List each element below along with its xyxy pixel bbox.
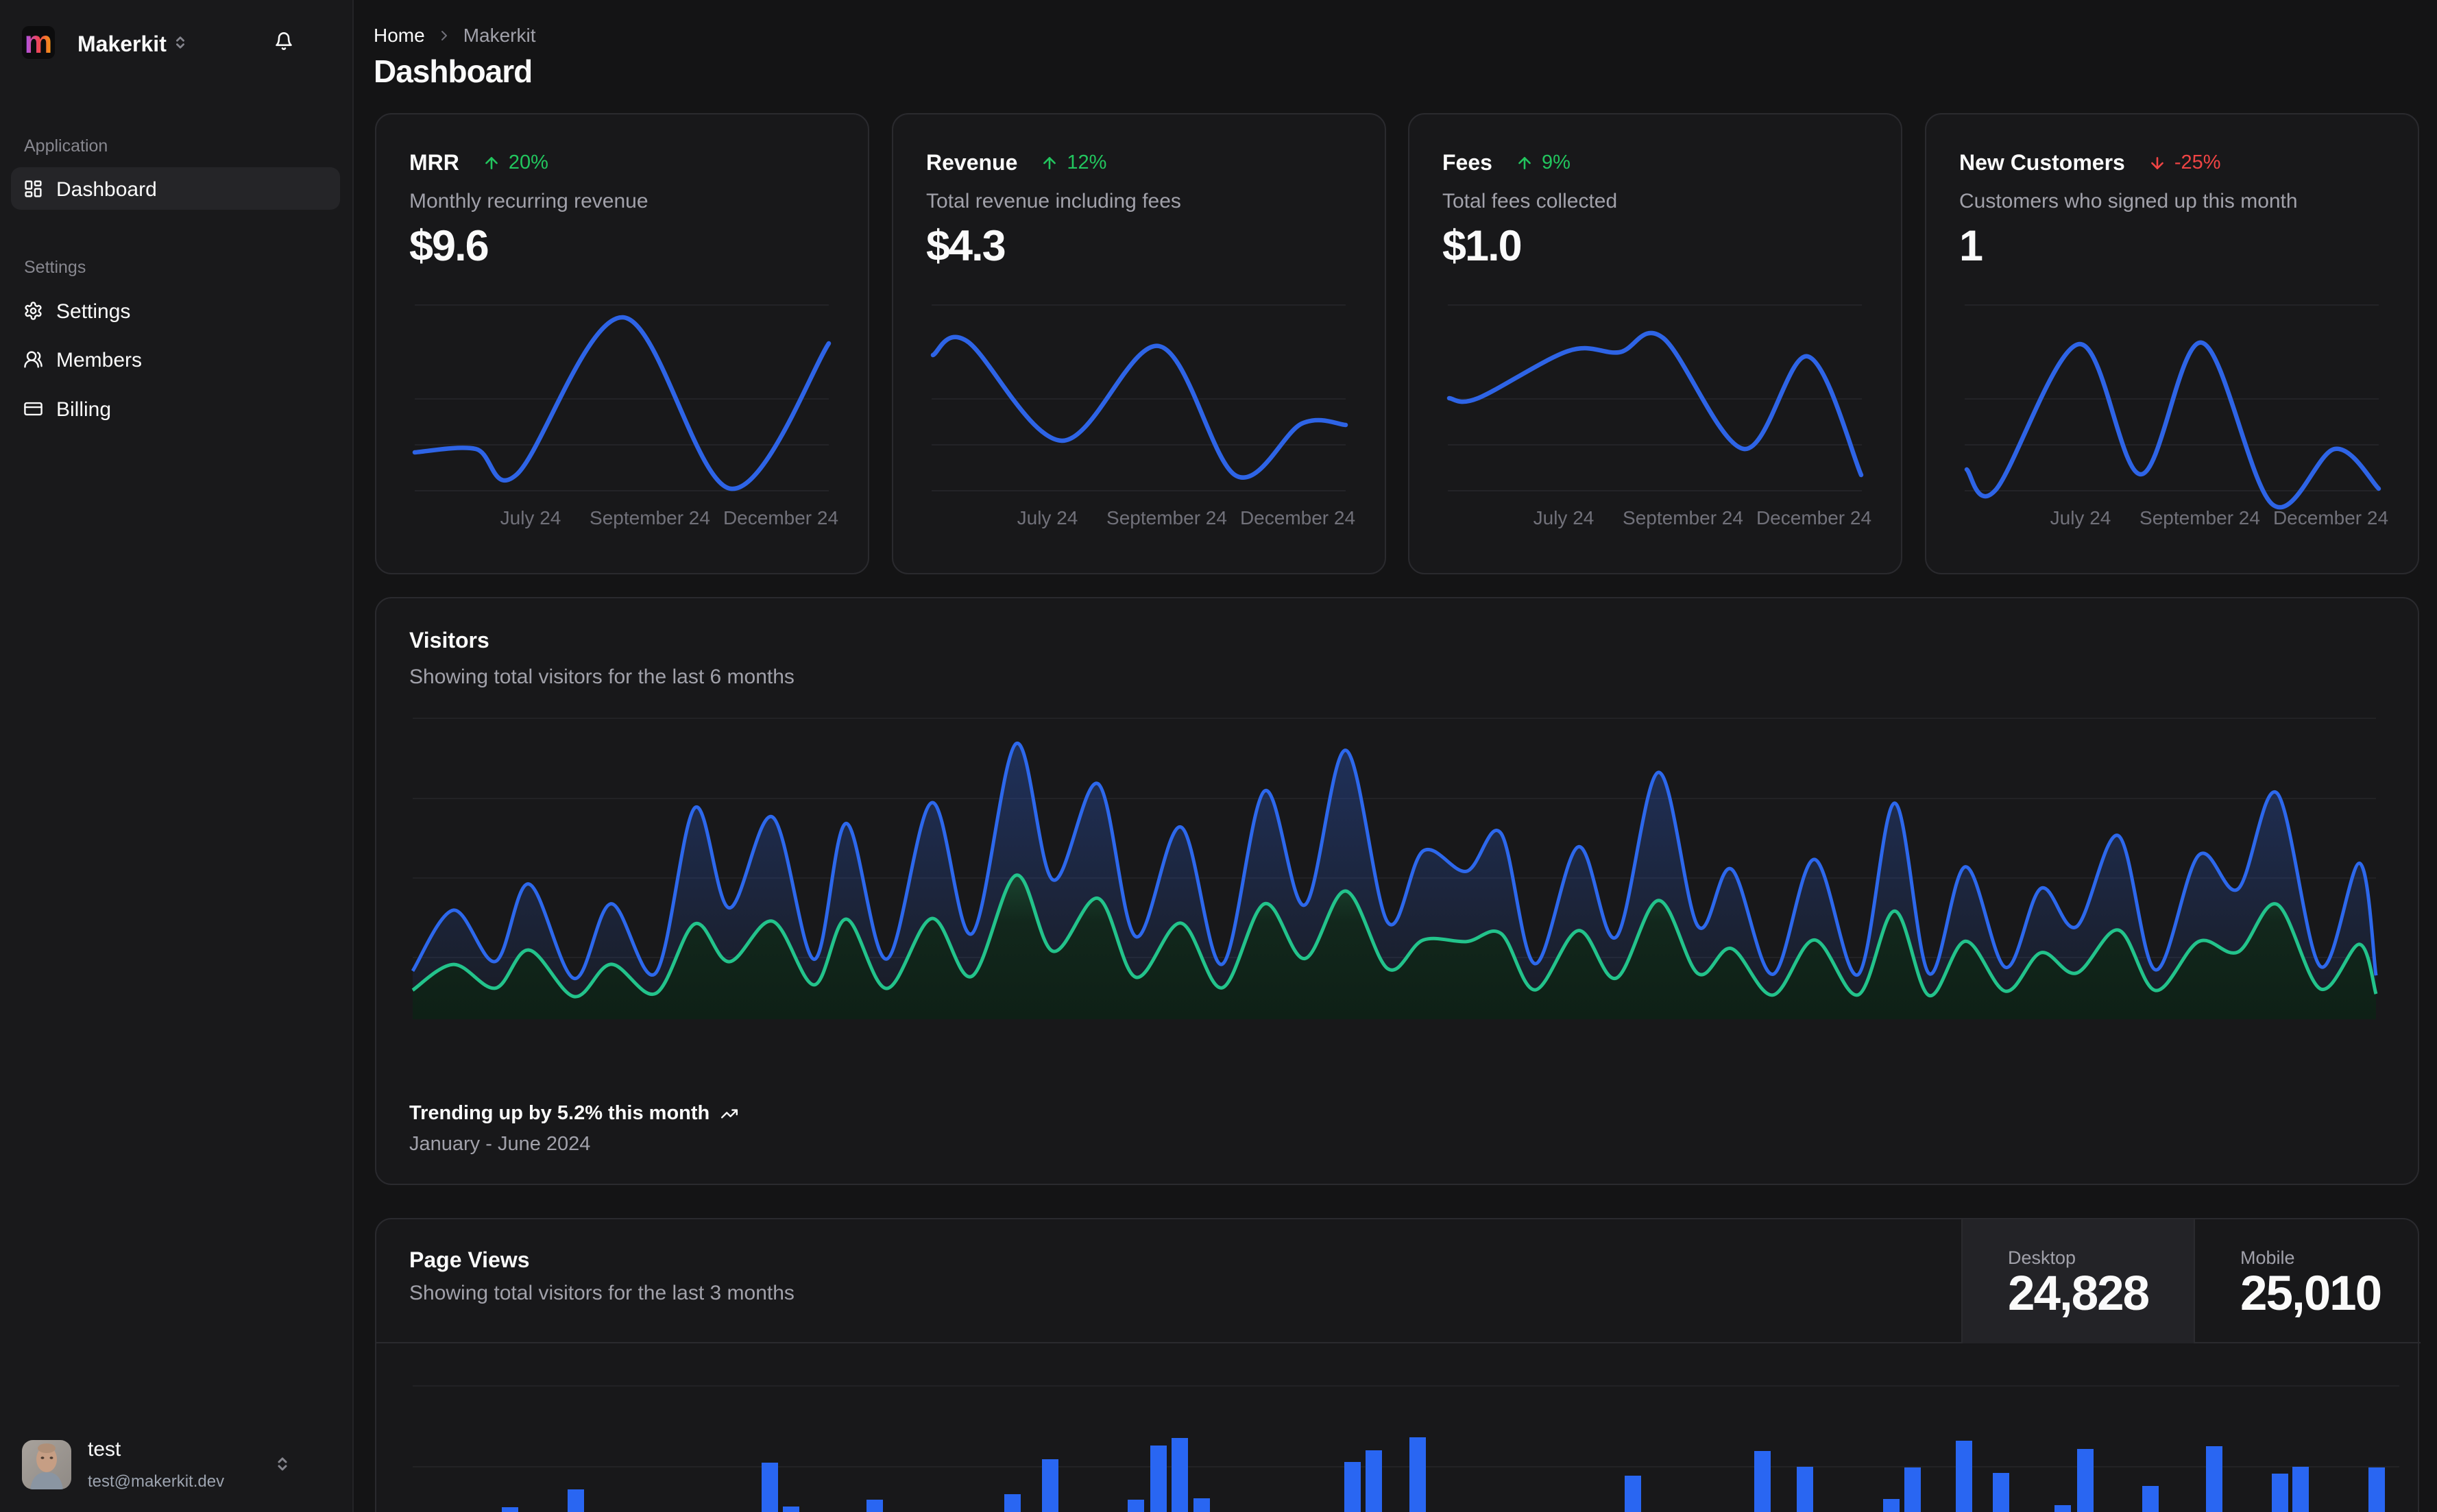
svg-text:m: m [25, 26, 53, 59]
